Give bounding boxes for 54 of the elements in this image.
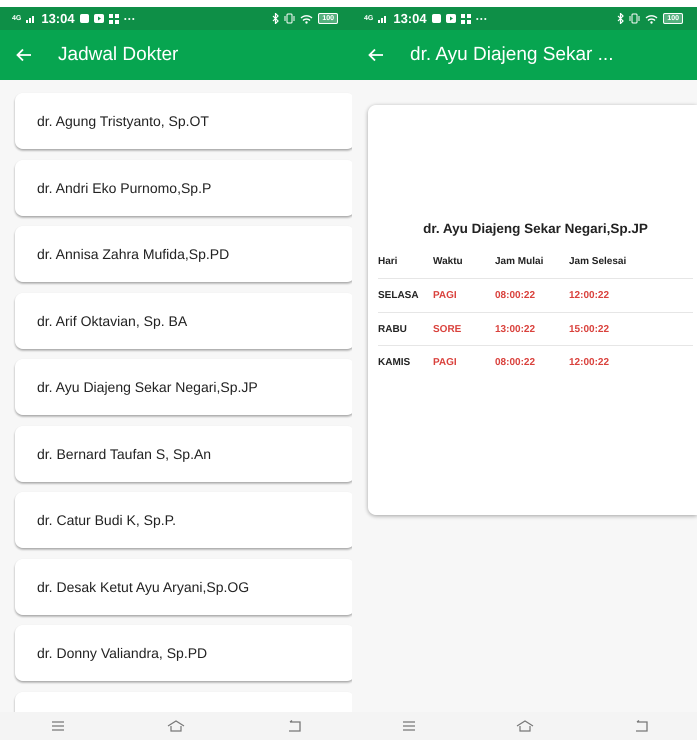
doctor-name: dr. Ayu Diajeng Sekar Negari,Sp.JP bbox=[422, 221, 649, 236]
back-arrow-icon[interactable] bbox=[16, 48, 32, 62]
signal-icon bbox=[378, 14, 388, 23]
table-cell-text: 12:00:22 bbox=[569, 290, 610, 301]
table-cell-text: PAGI bbox=[433, 290, 458, 301]
menu-icon[interactable] bbox=[402, 720, 416, 732]
notification-icon bbox=[432, 14, 441, 23]
doctor-card[interactable]: dr. Annisa Zahra Mufida,Sp.PD bbox=[15, 226, 352, 282]
home-icon[interactable] bbox=[514, 720, 534, 732]
table-cell-text: SELASA bbox=[378, 290, 420, 301]
column-header: Jam Mulai bbox=[495, 256, 544, 267]
doctor-card[interactable]: dr. Agung Tristyanto, Sp.OT bbox=[15, 93, 352, 149]
table-cell-text: KAMIS bbox=[378, 357, 412, 368]
column-header: Jam Selesai bbox=[569, 256, 628, 267]
more-label: ··· bbox=[124, 12, 136, 26]
bluetooth-icon bbox=[617, 13, 624, 24]
doctor-card[interactable]: dr. Ayu Diajeng Sekar Negari,Sp.JP bbox=[15, 359, 352, 415]
doctor-card[interactable]: dr. Desak Ketut Ayu Aryani,Sp.OG bbox=[15, 558, 352, 614]
app-bar-title: dr. Ayu Diajeng Sekar ... bbox=[410, 44, 614, 66]
table-cell-text: SORE bbox=[433, 324, 462, 334]
bluetooth-icon bbox=[272, 13, 280, 24]
table-cell-text: RABU bbox=[378, 324, 408, 334]
doctor-card[interactable]: dr. Arif Oktavian, Sp. BA bbox=[15, 292, 352, 348]
back-arrow-icon[interactable] bbox=[368, 48, 384, 62]
table-cell-text: 15:00:22 bbox=[569, 324, 610, 334]
notification-icon bbox=[80, 14, 89, 23]
table-cell-text: PAGI bbox=[433, 357, 458, 368]
back-icon[interactable] bbox=[287, 720, 302, 732]
video-icon bbox=[446, 14, 456, 23]
status-time: 13:04 bbox=[393, 11, 427, 26]
app-icon bbox=[108, 14, 119, 24]
doctor-card[interactable]: dr. Donny Valiandra, Sp.PD bbox=[15, 625, 352, 681]
menu-icon[interactable] bbox=[50, 720, 65, 732]
table-cell-text: 12:00:22 bbox=[569, 357, 610, 368]
column-header: Waktu bbox=[433, 256, 464, 267]
table-cell-text: 13:00:22 bbox=[495, 324, 536, 334]
more-label: ··· bbox=[476, 12, 488, 26]
wifi-icon bbox=[645, 14, 658, 24]
doctor-card[interactable]: dr. Andri Eko Purnomo,Sp.P bbox=[15, 160, 352, 216]
vibrate-icon bbox=[284, 13, 296, 24]
vibrate-icon bbox=[629, 13, 640, 24]
app-icon bbox=[460, 14, 471, 24]
video-icon bbox=[94, 14, 104, 23]
home-icon[interactable] bbox=[166, 720, 186, 732]
back-icon[interactable] bbox=[634, 720, 648, 732]
table-cell-text: 08:00:22 bbox=[495, 290, 536, 301]
table-cell-text: 08:00:22 bbox=[495, 357, 536, 368]
column-header: Hari bbox=[378, 256, 398, 267]
wifi-icon bbox=[300, 14, 314, 24]
signal-icon bbox=[26, 14, 36, 23]
doctor-card[interactable]: dr. Bernard Taufan S, Sp.An bbox=[15, 426, 352, 482]
status-time: 13:04 bbox=[41, 11, 75, 26]
doctor-card[interactable]: dr. Catur Budi K, Sp.P. bbox=[15, 492, 352, 548]
app-bar-title: Jadwal Dokter bbox=[58, 44, 178, 66]
